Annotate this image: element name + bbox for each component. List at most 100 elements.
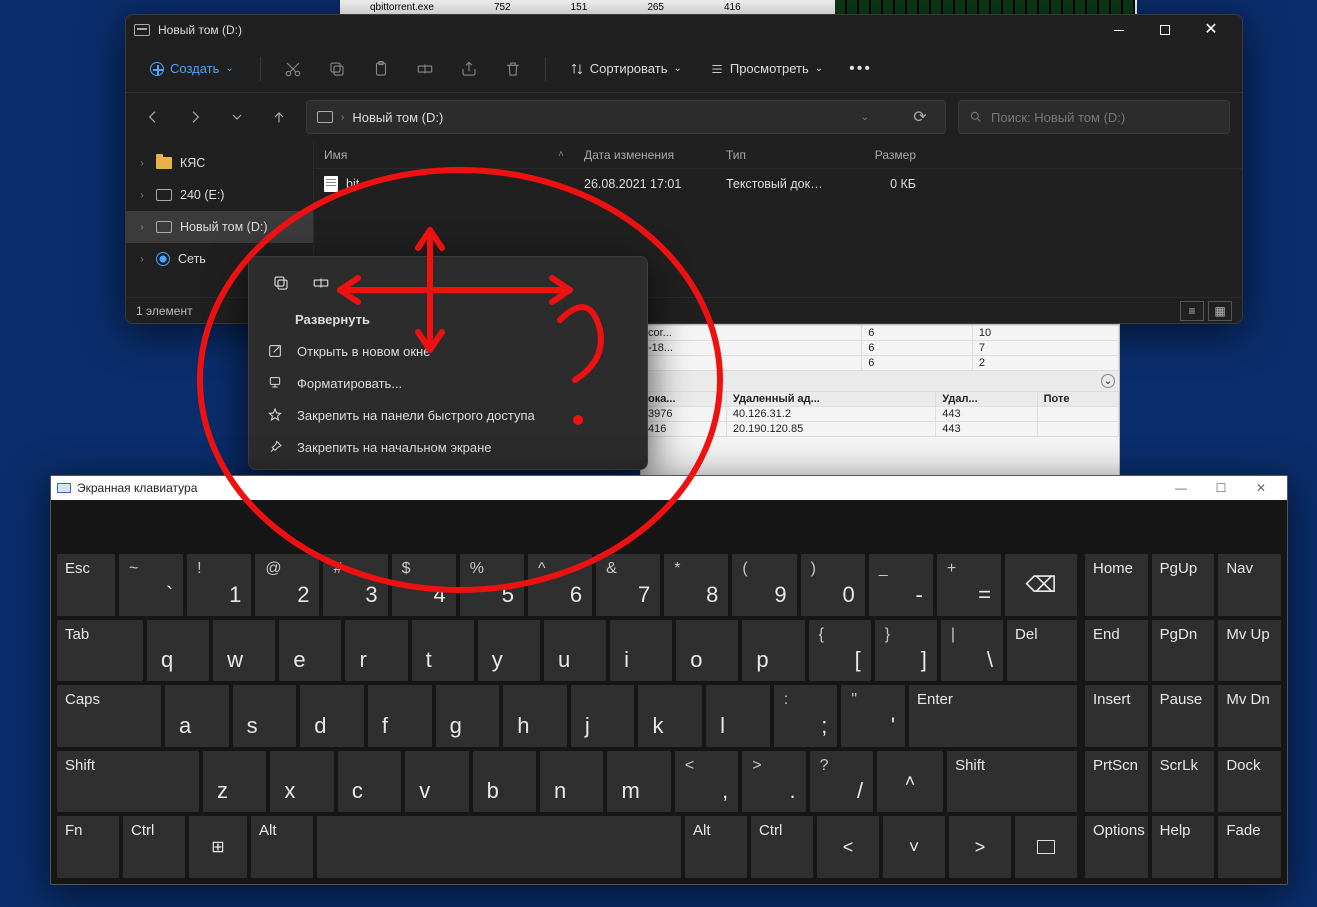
key-a[interactable]: a	[165, 685, 229, 747]
key-space[interactable]	[317, 816, 681, 878]
key-d[interactable]: d	[300, 685, 364, 747]
tree-item-selected[interactable]: ›Новый том (D:)	[126, 211, 313, 243]
key-sym[interactable]: |\	[941, 620, 1003, 682]
recent-button[interactable]	[222, 102, 252, 132]
key-tab[interactable]: Tab	[57, 620, 143, 682]
tree-item[interactable]: ›240 (E:)	[126, 179, 313, 211]
key-4[interactable]: $4	[392, 554, 456, 616]
sort-button[interactable]: Сортировать⌄	[560, 55, 692, 82]
key-fade[interactable]: Fade	[1218, 816, 1281, 878]
file-row[interactable]: bit 26.08.2021 17:01 Текстовый докум... …	[314, 169, 1242, 199]
key-help[interactable]: Help	[1152, 816, 1215, 878]
key-mvdn[interactable]: Mv Dn	[1218, 685, 1281, 747]
tree-item[interactable]: ›КЯС	[126, 147, 313, 179]
key-sym[interactable]: >.	[742, 751, 805, 813]
key-up[interactable]: ˄	[877, 751, 943, 813]
cut-button[interactable]	[275, 51, 311, 87]
up-button[interactable]	[264, 102, 294, 132]
key-left[interactable]: ˂	[817, 816, 879, 878]
key-pgup[interactable]: PgUp	[1152, 554, 1215, 616]
key-c[interactable]: c	[338, 751, 401, 813]
key-i[interactable]: i	[610, 620, 672, 682]
osk-close[interactable]: ✕	[1241, 481, 1281, 495]
key-g[interactable]: g	[436, 685, 500, 747]
ctx-expand[interactable]: Развернуть	[249, 303, 647, 335]
view-button[interactable]: Просмотреть⌄	[700, 55, 833, 82]
ctx-open-new-window[interactable]: Открыть в новом окне	[249, 335, 647, 367]
key-h[interactable]: h	[503, 685, 567, 747]
key-1[interactable]: !1	[187, 554, 251, 616]
chevron-down-icon[interactable]: ⌄	[861, 112, 869, 123]
forward-button[interactable]	[180, 102, 210, 132]
key-5[interactable]: %5	[460, 554, 524, 616]
key-ctrl[interactable]: Ctrl	[751, 816, 813, 878]
key-3[interactable]: #3	[323, 554, 387, 616]
details-view-button[interactable]: ≡	[1180, 301, 1204, 321]
key-enter[interactable]: Enter	[909, 685, 1077, 747]
copy-button[interactable]	[319, 51, 355, 87]
key-right[interactable]: ˃	[949, 816, 1011, 878]
key-j[interactable]: j	[571, 685, 635, 747]
copy-icon[interactable]	[267, 269, 295, 297]
key-n[interactable]: n	[540, 751, 603, 813]
key-b[interactable]: b	[473, 751, 536, 813]
key-caps[interactable]: Caps	[57, 685, 161, 747]
key-v[interactable]: v	[405, 751, 468, 813]
key-shift[interactable]: Shift	[947, 751, 1077, 813]
key-insert[interactable]: Insert	[1085, 685, 1148, 747]
maximize-button[interactable]	[1142, 15, 1188, 45]
key-=[interactable]: +=	[937, 554, 1001, 616]
rename-icon[interactable]	[307, 269, 335, 297]
key-down[interactable]: ˅	[883, 816, 945, 878]
key-z[interactable]: z	[203, 751, 266, 813]
key-2[interactable]: @2	[255, 554, 319, 616]
share-button[interactable]	[451, 51, 487, 87]
key-u[interactable]: u	[544, 620, 606, 682]
close-button[interactable]: ✕	[1188, 15, 1234, 45]
key-alt[interactable]: Alt	[251, 816, 313, 878]
key-esc[interactable]: Esc	[57, 554, 115, 616]
minimize-button[interactable]	[1096, 15, 1142, 45]
key-q[interactable]: q	[147, 620, 209, 682]
key-pgdn[interactable]: PgDn	[1152, 620, 1215, 682]
key-scrlk[interactable]: ScrLk	[1152, 751, 1215, 813]
key-0[interactable]: )0	[801, 554, 865, 616]
rename-button[interactable]	[407, 51, 443, 87]
key-y[interactable]: y	[478, 620, 540, 682]
key-sym[interactable]: }]	[875, 620, 937, 682]
key-f[interactable]: f	[368, 685, 432, 747]
key-backspace[interactable]: ⌫	[1005, 554, 1077, 616]
key-mvup[interactable]: Mv Up	[1218, 620, 1281, 682]
key-9[interactable]: (9	[732, 554, 796, 616]
osk-min[interactable]: ―	[1161, 481, 1201, 495]
key-options[interactable]: Options	[1085, 816, 1148, 878]
key-l[interactable]: l	[706, 685, 770, 747]
key-shift[interactable]: Shift	[57, 751, 199, 813]
osk-max[interactable]: ☐	[1201, 481, 1241, 495]
key-sym[interactable]: "'	[841, 685, 905, 747]
key-nav[interactable]: Nav	[1218, 554, 1281, 616]
paste-button[interactable]	[363, 51, 399, 87]
key-r[interactable]: r	[345, 620, 407, 682]
key-w[interactable]: w	[213, 620, 275, 682]
key-s[interactable]: s	[233, 685, 297, 747]
key-k[interactable]: k	[638, 685, 702, 747]
key-p[interactable]: p	[742, 620, 804, 682]
key-e[interactable]: e	[279, 620, 341, 682]
key--[interactable]: _-	[869, 554, 933, 616]
key-6[interactable]: ^6	[528, 554, 592, 616]
refresh-button[interactable]: ⟳	[905, 107, 935, 127]
column-headers[interactable]: Имя˄ Дата изменения Тип Размер	[314, 141, 1242, 169]
key-sym[interactable]: :;	[774, 685, 838, 747]
key-sym[interactable]: <,	[675, 751, 738, 813]
key-home[interactable]: Home	[1085, 554, 1148, 616]
key-ctrl[interactable]: Ctrl	[123, 816, 185, 878]
key-8[interactable]: *8	[664, 554, 728, 616]
key-`[interactable]: ~`	[119, 554, 183, 616]
key-altgr[interactable]: Alt	[685, 816, 747, 878]
ctx-format[interactable]: Форматировать...	[249, 367, 647, 399]
key-del[interactable]: Del	[1007, 620, 1077, 682]
new-button[interactable]: Создать ⌄	[138, 55, 246, 82]
key-win[interactable]: ⊞	[189, 816, 247, 878]
address-bar[interactable]: › Новый том (D:) ⌄ ⟳	[306, 100, 946, 134]
